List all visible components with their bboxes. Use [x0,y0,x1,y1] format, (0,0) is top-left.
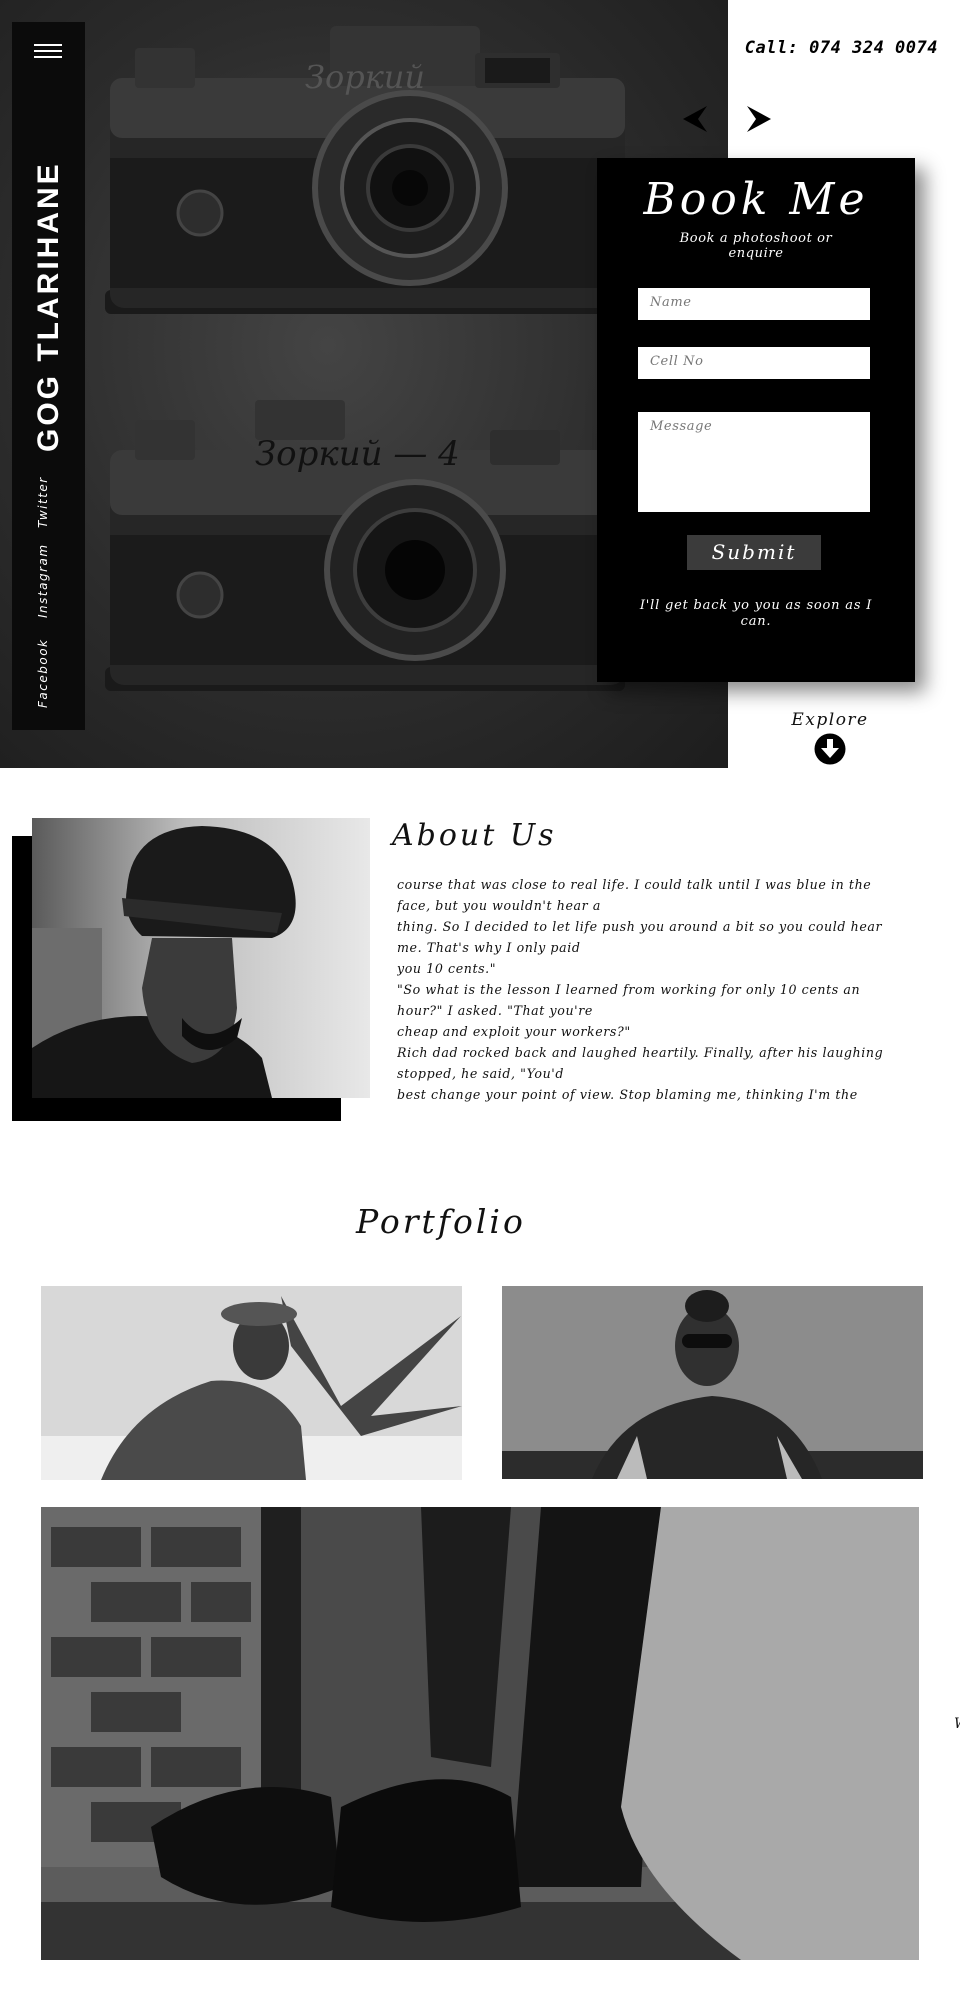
cell-number-input[interactable]: Cell No [638,347,870,379]
hamburger-icon[interactable] [34,40,62,62]
reply-note: I'll get back yo you as soon as I can. [639,598,873,629]
explore-label[interactable]: Explore [760,710,900,730]
name-input[interactable]: Name [638,288,870,320]
brand-name[interactable]: GOG TLARIHANE [32,161,66,452]
about-line: course that was close to real life. I co… [397,877,872,892]
social-label-facebook[interactable]: Facebook [36,639,50,709]
booking-title: Book Me [643,174,869,225]
camera-image-top: Зоркий [105,26,625,314]
about-line: me. That's why I only paid [397,940,581,955]
edge-text: W [954,1716,960,1732]
message-textarea[interactable]: Message [638,412,870,512]
about-line: Rich dad rocked back and laughed heartil… [397,1045,884,1060]
about-line: "So what is the lesson I learned from wo… [397,982,861,997]
social-label-instagram[interactable]: Instagram [36,543,50,618]
portfolio-title: Portfolio [356,1202,526,1241]
phone-number[interactable]: Call: 074 324 0074 [745,38,938,58]
svg-text:Зоркий — 4: Зоркий — 4 [255,434,460,474]
submit-button[interactable]: Submit [687,535,821,570]
about-line: hour?" I asked. "That you're [397,1003,593,1018]
booking-subtitle: Book a photoshoot or enquire [679,231,833,261]
portfolio-image-3[interactable] [41,1507,919,1960]
about-line: stopped, he said, "You'd [397,1066,565,1081]
svg-text:Зоркий: Зоркий [305,58,425,96]
booking-panel: Book Me Book a photoshoot or enquire Nam… [597,158,915,682]
about-line: thing. So I decided to let life push you… [397,919,883,934]
portfolio-image-2[interactable] [502,1286,923,1479]
side-nav: GOG TLARIHANE [12,22,85,730]
arrow-down-circle-icon[interactable] [814,733,846,765]
about-line: best change your point of view. Stop bla… [397,1087,858,1102]
about-line: cheap and exploit your workers?" [397,1024,631,1039]
chevron-right-icon[interactable] [744,104,774,134]
camera-image-bottom: Зоркий — 4 [105,400,625,691]
portfolio-image-1[interactable] [41,1286,462,1480]
about-portrait-image [32,818,370,1098]
about-line: you 10 cents." [397,961,497,976]
about-title: About Us [392,818,557,853]
about-body: course that was close to real life. I co… [397,874,945,1105]
social-label-twitter[interactable]: Twitter [36,476,50,528]
chevron-left-icon[interactable] [680,104,710,134]
about-line: face, but you wouldn't hear a [397,898,601,913]
